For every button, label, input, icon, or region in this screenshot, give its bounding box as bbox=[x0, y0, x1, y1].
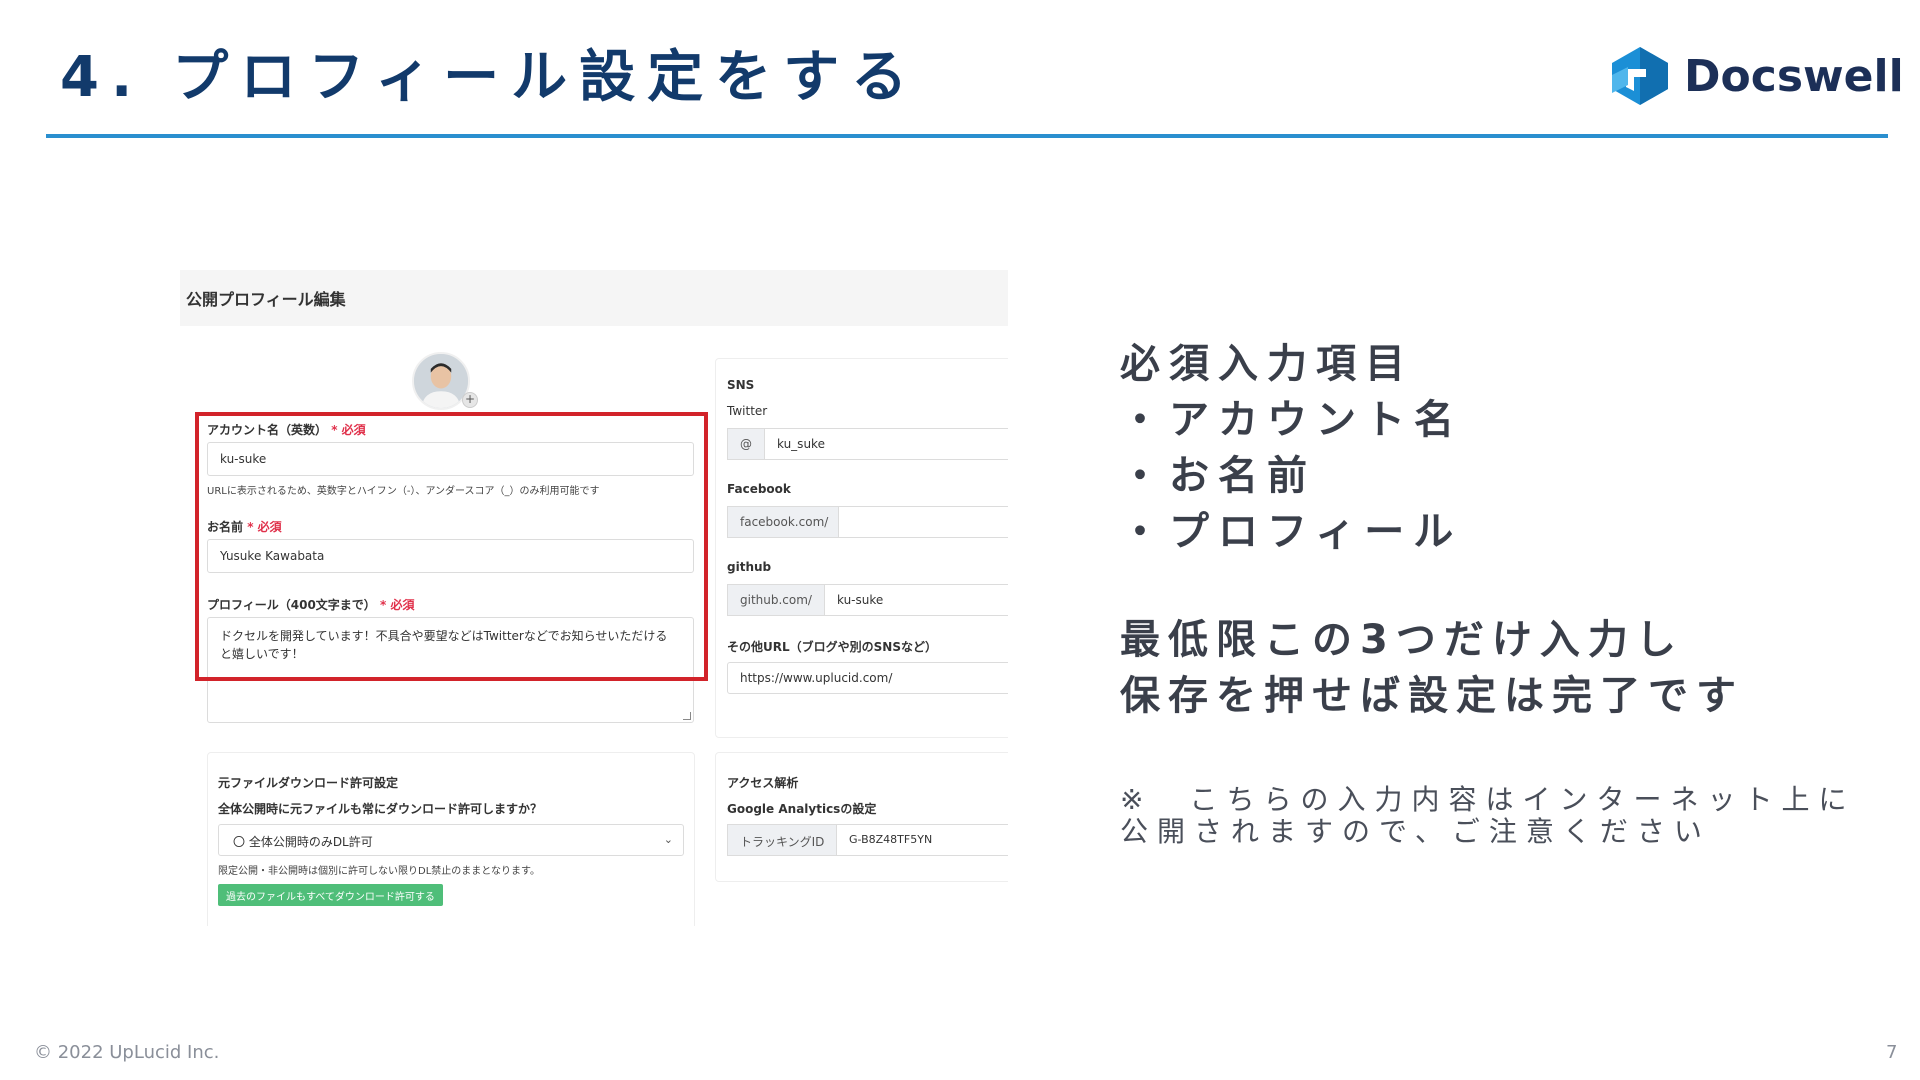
avatar-photo-icon bbox=[414, 354, 468, 408]
allow-all-download-button[interactable]: 過去のファイルもすべてダウンロード許可する bbox=[218, 884, 443, 906]
required-items-block: 必須入力項目 ・アカウント名 ・お名前 ・プロフィール bbox=[1120, 336, 1463, 560]
required-item-profile: ・プロフィール bbox=[1120, 509, 1463, 555]
required-items-heading: 必須入力項目 bbox=[1120, 341, 1414, 387]
privacy-note-line1: ※ こちらの入力内容はインターネット上に bbox=[1120, 783, 1856, 816]
github-input[interactable]: ku-suke bbox=[824, 584, 1008, 616]
facebook-prefix: facebook.com/ bbox=[727, 506, 839, 538]
twitter-label: Twitter bbox=[727, 404, 768, 418]
analytics-card bbox=[715, 752, 1008, 882]
sns-heading: SNS bbox=[727, 378, 755, 392]
download-select[interactable]: 〇 全体公開時のみDL許可 ⌄ bbox=[218, 824, 684, 856]
tracking-id-prefix: トラッキングID bbox=[727, 824, 837, 856]
facebook-label: Facebook bbox=[727, 482, 791, 496]
summary-block: 最低限この3つだけ入力し 保存を押せば設定は完了です bbox=[1120, 612, 1744, 724]
download-heading: 元ファイルダウンロード許可設定 bbox=[218, 776, 399, 790]
other-url-input[interactable]: https://www.uplucid.com/ bbox=[727, 662, 1008, 694]
facebook-input[interactable] bbox=[838, 506, 1008, 538]
slide-title: 4. プロフィール設定をする bbox=[60, 32, 919, 113]
privacy-note: ※ こちらの入力内容はインターネット上に 公開されますので、ご注意ください bbox=[1120, 784, 1855, 848]
chevron-down-icon: ⌄ bbox=[663, 833, 673, 846]
slide-title-number: 4. bbox=[60, 45, 145, 110]
privacy-note-line2: 公開されますので、ご注意ください bbox=[1120, 815, 1711, 848]
textarea-resize-handle[interactable] bbox=[683, 712, 691, 720]
github-prefix: github.com/ bbox=[727, 584, 825, 616]
profile-edit-screenshot: 公開プロフィール編集 + アカウント名（英数） * 必須 ku-suke URL… bbox=[180, 270, 1008, 926]
header-divider bbox=[46, 134, 1888, 138]
tracking-id-input[interactable]: G-B8Z48TF5YN bbox=[836, 824, 1008, 856]
required-item-name: ・お名前 bbox=[1120, 453, 1316, 499]
analytics-subheading: Google Analyticsの設定 bbox=[727, 802, 877, 816]
slide-title-text: プロフィール設定をする bbox=[172, 45, 920, 110]
summary-line1: 最低限この3つだけ入力し bbox=[1120, 617, 1684, 663]
summary-line2: 保存を押せば設定は完了です bbox=[1120, 673, 1744, 719]
analytics-heading: アクセス解析 bbox=[727, 776, 799, 790]
profile-edit-heading: 公開プロフィール編集 bbox=[186, 290, 346, 309]
copyright: © 2022 UpLucid Inc. bbox=[34, 1042, 220, 1063]
avatar-add-button[interactable]: + bbox=[462, 392, 478, 408]
docswell-logo-icon bbox=[1612, 47, 1668, 105]
other-url-label: その他URL（ブログや別のSNSなど） bbox=[727, 640, 937, 654]
download-question: 全体公開時に元ファイルも常にダウンロード許可しますか？ bbox=[218, 802, 543, 816]
docswell-logo: Docswell bbox=[1606, 45, 1904, 107]
required-item-account: ・アカウント名 bbox=[1120, 397, 1463, 443]
page-number: 7 bbox=[1886, 1042, 1898, 1063]
twitter-prefix: @ bbox=[727, 428, 765, 460]
download-select-value: 〇 全体公開時のみDL許可 bbox=[233, 835, 373, 849]
docswell-logo-text: Docswell bbox=[1684, 50, 1904, 102]
twitter-input[interactable]: ku_suke bbox=[764, 428, 1008, 460]
github-label: github bbox=[727, 560, 772, 574]
profile-edit-header: 公開プロフィール編集 bbox=[180, 270, 1008, 326]
required-fields-highlight bbox=[195, 412, 708, 681]
download-note: 限定公開・非公開時は個別に許可しない限りDL禁止のままとなります。 bbox=[218, 866, 540, 877]
